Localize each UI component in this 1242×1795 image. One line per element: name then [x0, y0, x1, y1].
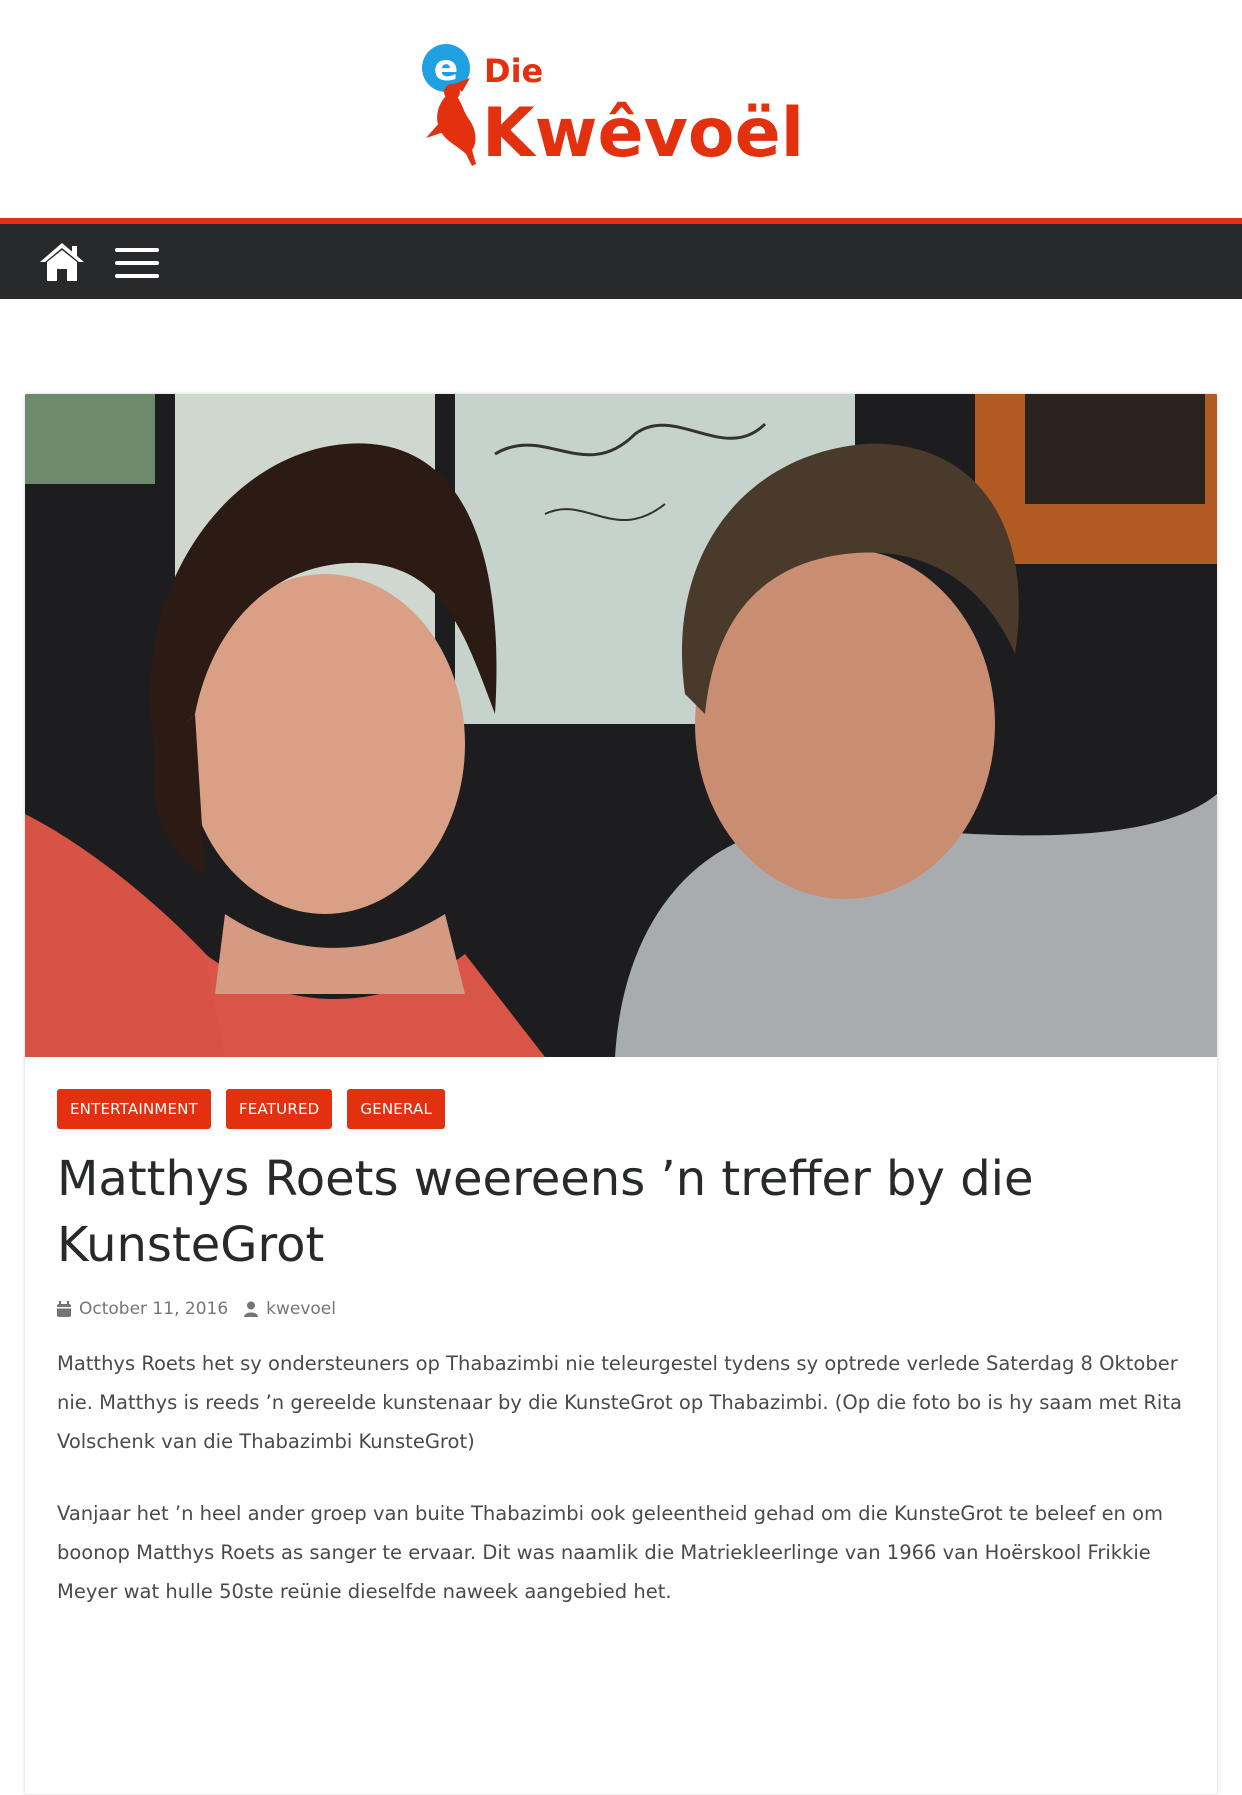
article-title: Matthys Roets weereens ’n treffer by die…	[57, 1151, 1034, 1273]
article-body: Matthys Roets het sy ondersteuners op Th…	[57, 1344, 1187, 1644]
post-author-label: kwevoel	[266, 1299, 336, 1319]
svg-text:e: e	[434, 48, 458, 89]
post-date[interactable]: October 11, 2016	[57, 1299, 228, 1319]
featured-image[interactable]	[25, 394, 1217, 1057]
home-icon[interactable]	[38, 240, 86, 284]
menu-icon[interactable]	[115, 246, 159, 280]
svg-text:Die: Die	[484, 52, 543, 90]
svg-text:Kwêvoël: Kwêvoël	[482, 94, 804, 172]
article-paragraph: Vanjaar het ’n heel ander groep van buit…	[57, 1502, 1164, 1603]
site-header: e Die Kwêvoël	[0, 0, 1242, 218]
category-featured[interactable]: FEATURED	[225, 1089, 333, 1129]
main-navigation	[0, 224, 1242, 299]
article-card: ENTERTAINMENT FEATURED GENERAL Matthys R…	[24, 393, 1218, 1795]
post-date-label: October 11, 2016	[79, 1299, 229, 1319]
bird-icon	[426, 78, 476, 166]
post-author[interactable]: kwevoel	[244, 1299, 336, 1319]
category-entertainment[interactable]: ENTERTAINMENT	[57, 1089, 211, 1129]
user-icon	[244, 1301, 259, 1317]
article-paragraph: Matthys Roets het sy ondersteuners op Th…	[57, 1352, 1182, 1453]
category-tags: ENTERTAINMENT FEATURED GENERAL	[57, 1089, 446, 1129]
article-meta: October 11, 2016 kwevoel	[57, 1299, 352, 1319]
site-logo[interactable]: e Die Kwêvoël	[418, 38, 818, 172]
category-general[interactable]: GENERAL	[347, 1089, 446, 1129]
calendar-icon	[57, 1301, 71, 1317]
kwevoel-logo: e Die Kwêvoël	[422, 44, 804, 172]
